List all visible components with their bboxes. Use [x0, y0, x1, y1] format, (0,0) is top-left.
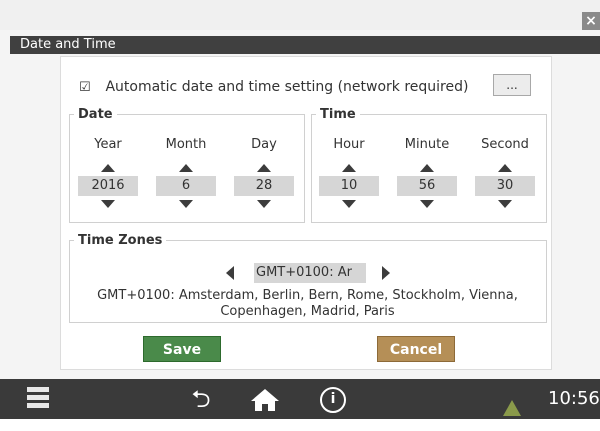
home-icon[interactable] — [250, 387, 280, 411]
date-group: Date Year 2016 Month 6 Day 28 — [69, 107, 305, 223]
timezone-prev-arrow-icon[interactable] — [226, 265, 234, 280]
top-strip — [0, 0, 600, 30]
auto-setting-label: Automatic date and time setting (network… — [105, 79, 469, 95]
more-options-button[interactable]: ... — [493, 74, 531, 96]
day-up-arrow-icon[interactable] — [257, 164, 271, 172]
minute-value[interactable]: 56 — [397, 176, 457, 196]
second-up-arrow-icon[interactable] — [498, 164, 512, 172]
auto-setting-row[interactable]: ☑ Automatic date and time setting (netwo… — [79, 77, 539, 97]
hour-down-arrow-icon[interactable] — [342, 200, 356, 208]
menu-icon[interactable] — [27, 387, 49, 411]
window-title: Date and Time — [20, 37, 116, 52]
timezone-selector: GMT+0100: Ar — [70, 262, 546, 283]
year-spinner: Year 2016 — [75, 136, 141, 208]
year-up-arrow-icon[interactable] — [101, 164, 115, 172]
year-value[interactable]: 2016 — [78, 176, 138, 196]
time-group: Time Hour 10 Minute 56 Second 30 — [311, 107, 547, 223]
timezone-description: GMT+0100: Amsterdam, Berlin, Bern, Rome,… — [97, 288, 518, 319]
day-value[interactable]: 28 — [234, 176, 294, 196]
timezone-select[interactable]: GMT+0100: Ar — [254, 262, 366, 283]
minute-label: Minute — [404, 137, 450, 152]
minute-down-arrow-icon[interactable] — [420, 200, 434, 208]
year-label: Year — [94, 137, 122, 152]
second-label: Second — [481, 137, 529, 152]
hour-value[interactable]: 10 — [319, 176, 379, 196]
window-title-bar: Date and Time — [10, 36, 600, 54]
month-label: Month — [165, 137, 207, 152]
month-down-arrow-icon[interactable] — [179, 200, 193, 208]
hour-spinner: Hour 10 — [316, 136, 382, 208]
month-up-arrow-icon[interactable] — [179, 164, 193, 172]
cancel-button[interactable]: Cancel — [377, 336, 455, 362]
year-down-arrow-icon[interactable] — [101, 200, 115, 208]
second-spinner: Second 30 — [472, 136, 538, 208]
timezone-next-arrow-icon[interactable] — [382, 265, 390, 280]
minute-up-arrow-icon[interactable] — [420, 164, 434, 172]
time-legend: Time — [320, 107, 356, 122]
auto-setting-checkbox[interactable]: ☑ — [79, 78, 91, 98]
month-spinner: Month 6 — [153, 136, 219, 208]
date-time-dialog: ☑ Automatic date and time setting (netwo… — [60, 56, 552, 370]
hour-up-arrow-icon[interactable] — [342, 164, 356, 172]
taskbar: ⮌ i 10:56 — [0, 379, 600, 419]
info-icon[interactable]: i — [320, 387, 346, 413]
timezone-legend: Time Zones — [78, 233, 163, 248]
month-value[interactable]: 6 — [156, 176, 216, 196]
date-legend: Date — [78, 107, 113, 122]
hour-label: Hour — [333, 137, 365, 152]
back-icon[interactable]: ⮌ — [188, 379, 214, 419]
day-label: Day — [251, 137, 277, 152]
warning-icon[interactable] — [503, 391, 521, 416]
close-button[interactable]: × — [582, 12, 600, 30]
day-down-arrow-icon[interactable] — [257, 200, 271, 208]
clock: 10:56 — [548, 388, 600, 409]
second-value[interactable]: 30 — [475, 176, 535, 196]
minute-spinner: Minute 56 — [394, 136, 460, 208]
save-button[interactable]: Save — [143, 336, 221, 362]
second-down-arrow-icon[interactable] — [498, 200, 512, 208]
timezone-group: Time Zones GMT+0100: Ar GMT+0100: Amster… — [69, 233, 547, 323]
day-spinner: Day 28 — [231, 136, 297, 208]
